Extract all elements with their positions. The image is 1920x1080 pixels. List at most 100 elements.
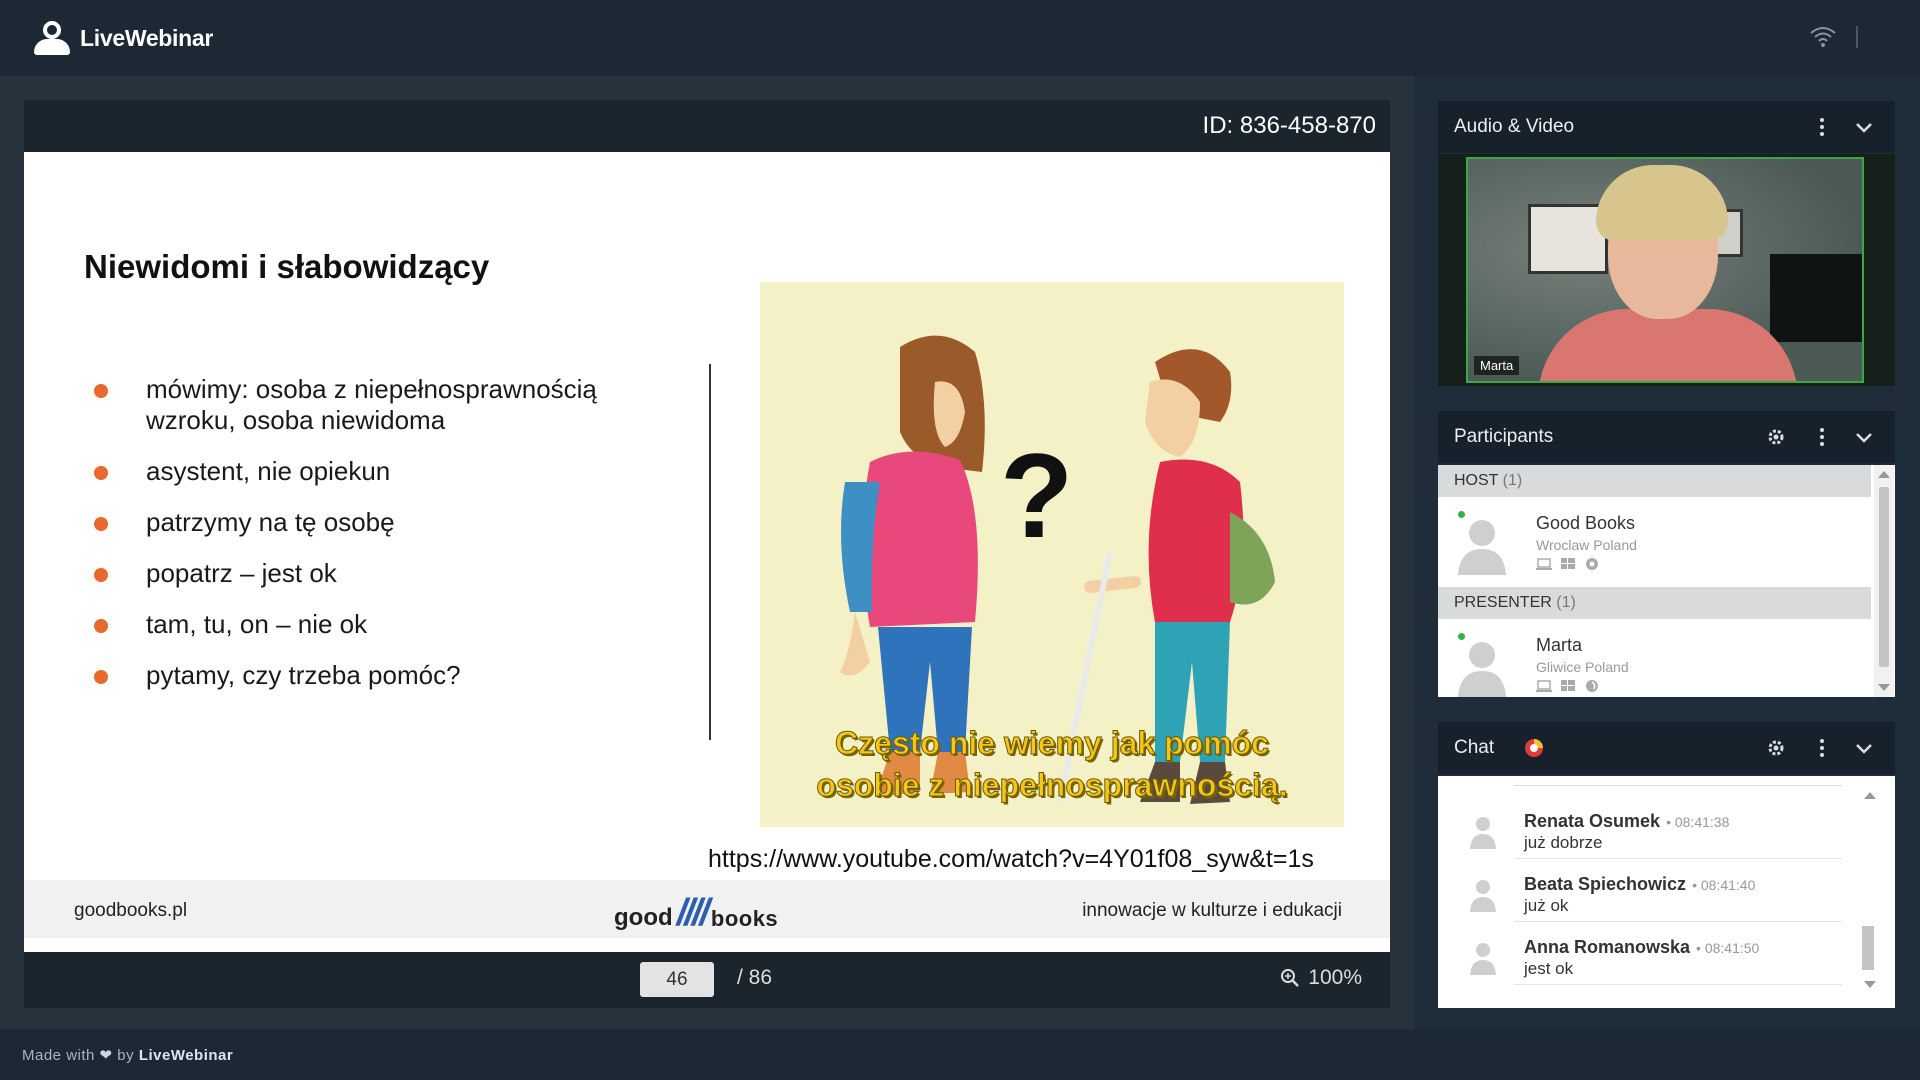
emoji-icon[interactable] bbox=[1522, 736, 1546, 760]
bullet-dot bbox=[94, 384, 108, 398]
firefox-icon bbox=[1584, 679, 1600, 693]
bottom-bar: Made with ❤ by LiveWebinar bbox=[0, 1030, 1920, 1080]
footer-tagline: innowacje w kulturze i edukacji bbox=[1082, 900, 1342, 921]
slide-controls: / 86 100% bbox=[24, 952, 1390, 1008]
laptop-icon bbox=[1536, 679, 1552, 693]
windows-icon bbox=[1560, 679, 1576, 693]
slide-header: ID: 836-458-870 bbox=[24, 100, 1390, 152]
webinar-logo-icon bbox=[32, 19, 72, 57]
meeting-id: ID: 836-458-870 bbox=[1202, 112, 1376, 139]
video-feed[interactable]: Marta bbox=[1438, 154, 1895, 386]
participant-item[interactable]: Marta Gliwice Poland bbox=[1438, 619, 1871, 697]
gear-icon[interactable] bbox=[1764, 425, 1788, 449]
topbar-divider bbox=[1856, 26, 1858, 48]
chat-timestamp: • 08:41:50 bbox=[1696, 940, 1760, 956]
page-total: / 86 bbox=[737, 966, 773, 989]
scroll-down-icon[interactable] bbox=[1864, 981, 1876, 988]
windows-icon bbox=[1560, 557, 1576, 571]
gear-icon[interactable] bbox=[1764, 736, 1788, 760]
avatar-icon bbox=[1470, 880, 1496, 912]
bullet-dot bbox=[94, 517, 108, 531]
chat-timestamp: • 08:41:40 bbox=[1692, 877, 1756, 893]
chevron-down-icon[interactable] bbox=[1852, 115, 1876, 139]
heart-icon: ❤ bbox=[99, 1047, 113, 1064]
chat-header: Chat bbox=[1438, 722, 1895, 774]
bullet-item: mówimy: osoba z niepełnosprawnością wzro… bbox=[94, 374, 614, 436]
participant-location: Wroclaw Poland bbox=[1536, 537, 1637, 553]
participants-scrollbar[interactable] bbox=[1874, 465, 1894, 697]
chat-message: Renata Osumek • 08:41:38 już dobrze bbox=[1470, 803, 1842, 859]
participant-name: Good Books bbox=[1536, 513, 1636, 533]
scroll-thumb[interactable] bbox=[1862, 926, 1874, 970]
group-header-host: HOST (1) bbox=[1438, 465, 1871, 497]
chat-message: Beata Spiechowicz • 08:41:40 już ok bbox=[1470, 866, 1842, 922]
panel-title: Chat bbox=[1454, 737, 1495, 758]
audio-video-header: Audio & Video bbox=[1438, 101, 1895, 153]
participant-item[interactable]: Good Books Wroclaw Poland bbox=[1438, 497, 1871, 587]
chat-text: już dobrze bbox=[1524, 833, 1603, 852]
kebab-menu-icon[interactable] bbox=[1810, 115, 1834, 139]
avatar-icon bbox=[1470, 817, 1496, 849]
goodbooks-logo: good //// books bbox=[614, 892, 779, 934]
kebab-menu-icon[interactable] bbox=[1810, 736, 1834, 760]
participant-name: Marta bbox=[1536, 635, 1583, 655]
bullet-dot bbox=[94, 568, 108, 582]
slide-bullets: mówimy: osoba z niepełnosprawnością wzro… bbox=[94, 374, 614, 711]
chevron-down-icon[interactable] bbox=[1852, 736, 1876, 760]
zoom-icon bbox=[1281, 969, 1300, 987]
participants-list: HOST (1) Good Books Wroclaw Poland PRESE… bbox=[1438, 465, 1895, 697]
presentation-slide: Niewidomi i słabowidzący mówimy: osoba z… bbox=[24, 152, 1390, 952]
chat-author: Beata Spiechowicz • 08:41:40 bbox=[1524, 874, 1756, 894]
svg-text:?: ? bbox=[1000, 429, 1073, 563]
app-name: LiveWebinar bbox=[80, 24, 214, 51]
scroll-up-icon[interactable] bbox=[1878, 471, 1890, 478]
chat-message-partial bbox=[1514, 776, 1842, 786]
bullet-dot bbox=[94, 670, 108, 684]
video-name-label: Marta bbox=[1474, 356, 1520, 375]
chat-timestamp: • 08:41:38 bbox=[1666, 814, 1730, 830]
presenter-video: Marta bbox=[1466, 157, 1864, 383]
bullet-dot bbox=[94, 466, 108, 480]
zoom-control[interactable]: 100% bbox=[1280, 966, 1362, 990]
chrome-icon bbox=[1584, 557, 1600, 571]
bullet-item: asystent, nie opiekun bbox=[94, 456, 614, 487]
slide-footer: goodbooks.pl good //// books innowacje w… bbox=[24, 880, 1390, 938]
panel-title: Audio & Video bbox=[1454, 116, 1575, 137]
bullet-item: tam, tu, on – nie ok bbox=[94, 609, 614, 640]
slide-illustration: ? Często nie wiemy jak pomóc osobie z ni… bbox=[760, 282, 1344, 827]
slide-video-link[interactable]: https://www.youtube.com/watch?v=4Y01f08_… bbox=[708, 845, 1314, 874]
chat-scrollbar[interactable] bbox=[1860, 776, 1878, 1008]
group-header-presenter: PRESENTER (1) bbox=[1438, 587, 1871, 619]
avatar-icon bbox=[1458, 642, 1506, 697]
participant-location: Gliwice Poland bbox=[1536, 659, 1629, 675]
chat-author: Anna Romanowska • 08:41:50 bbox=[1524, 937, 1760, 957]
bullet-item: pytamy, czy trzeba pomóc? bbox=[94, 660, 614, 691]
avatar-icon bbox=[1470, 943, 1496, 975]
chat-text: już ok bbox=[1524, 896, 1569, 915]
top-bar: LiveWebinar bbox=[0, 0, 1920, 75]
page-number-input[interactable] bbox=[640, 962, 714, 997]
chat-messages: Renata Osumek • 08:41:38 już dobrze Beata… bbox=[1438, 776, 1895, 1008]
scroll-down-icon[interactable] bbox=[1878, 684, 1890, 691]
kebab-menu-icon[interactable] bbox=[1810, 425, 1834, 449]
scroll-thumb[interactable] bbox=[1879, 487, 1889, 667]
chevron-down-icon[interactable] bbox=[1852, 425, 1876, 449]
slide-divider bbox=[709, 364, 711, 740]
app-logo[interactable]: LiveWebinar bbox=[32, 18, 213, 58]
laptop-icon bbox=[1536, 557, 1552, 571]
scroll-up-icon[interactable] bbox=[1864, 792, 1876, 799]
bullet-dot bbox=[94, 619, 108, 633]
wifi-icon bbox=[1810, 27, 1836, 47]
made-with-credit[interactable]: Made with ❤ by LiveWebinar bbox=[22, 1046, 233, 1064]
participants-header: Participants bbox=[1438, 411, 1895, 463]
chat-message: Anna Romanowska • 08:41:50 jest ok bbox=[1470, 929, 1842, 985]
zoom-level: 100% bbox=[1308, 966, 1362, 989]
chat-text: jest ok bbox=[1524, 959, 1574, 978]
bullet-item: patrzymy na tę osobę bbox=[94, 507, 614, 538]
avatar-icon bbox=[1458, 520, 1506, 575]
slide-title: Niewidomi i słabowidzący bbox=[84, 248, 490, 285]
chat-author: Renata Osumek • 08:41:38 bbox=[1524, 811, 1730, 831]
bullet-item: popatrz – jest ok bbox=[94, 558, 614, 589]
panel-title: Participants bbox=[1454, 426, 1554, 447]
illustration-caption: Często nie wiemy jak pomóc osobie z niep… bbox=[816, 725, 1288, 804]
